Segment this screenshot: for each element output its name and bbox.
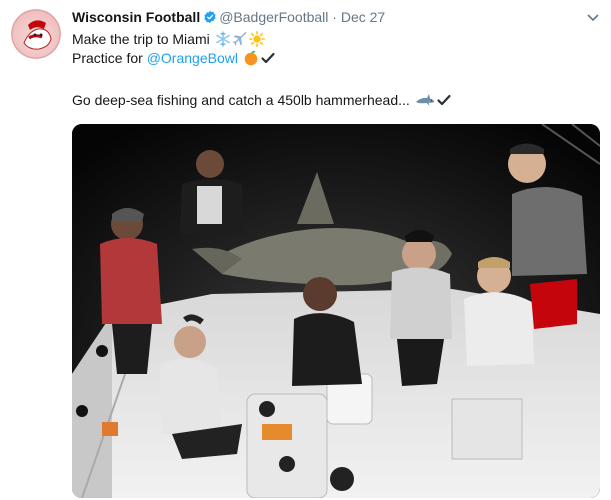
tweet-text-line-2: Practice for @OrangeBowl xyxy=(72,49,276,70)
badger-mascot-icon xyxy=(11,9,61,59)
tweet-text-line-3: Go deep-sea fishing and catch a 450lb ha… xyxy=(72,91,452,112)
shark-icon xyxy=(415,92,435,112)
author-name[interactable]: Wisconsin Football xyxy=(72,9,200,25)
group-photo-with-hammerhead-shark xyxy=(72,124,600,498)
verified-badge-icon xyxy=(203,10,217,28)
tweet-text: Go deep-sea fishing and catch a 450lb ha… xyxy=(72,92,410,108)
author-handle[interactable]: @BadgerFootball xyxy=(219,9,328,25)
tweet-header: Wisconsin Football @BadgerFootball · Dec … xyxy=(72,8,591,28)
sun-icon xyxy=(248,31,265,51)
tweet-text-line-1: Make the trip to Miami xyxy=(72,30,265,51)
mention-link[interactable]: @OrangeBowl xyxy=(147,50,238,66)
checkmark-icon xyxy=(436,92,452,112)
tweet-photo[interactable] xyxy=(72,124,600,498)
snowflake-icon xyxy=(215,31,231,51)
orange-icon xyxy=(243,50,259,70)
tweet-text: Make the trip to Miami xyxy=(72,31,210,47)
chevron-down-icon[interactable] xyxy=(587,11,599,25)
tweet-text: Practice for xyxy=(72,50,147,66)
checkmark-icon xyxy=(260,50,276,70)
tweet-date[interactable]: Dec 27 xyxy=(341,9,385,25)
meta-separator: · xyxy=(332,9,337,25)
avatar[interactable] xyxy=(11,9,61,59)
airplane-icon xyxy=(232,31,248,51)
